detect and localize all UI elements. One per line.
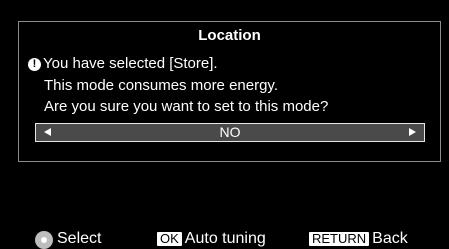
- exclamation-circle-icon: !: [28, 57, 41, 71]
- footer-select-label: Select: [57, 230, 102, 247]
- tv-screen: Location ! You have selected [Store]. Th…: [0, 0, 449, 249]
- message-line-2: This mode consumes more energy.: [44, 77, 278, 94]
- ok-key-badge: OK: [157, 232, 182, 246]
- return-key-badge: RETURN: [309, 232, 370, 246]
- selector-value: NO: [219, 124, 241, 140]
- dpad-icon: [35, 231, 53, 249]
- footer-return-label: Back: [372, 230, 408, 247]
- message-line-3: Are you sure you want to set to this mod…: [44, 98, 329, 115]
- yes-no-selector[interactable]: NO: [35, 123, 425, 142]
- footer-select-hint: Select: [35, 229, 101, 249]
- footer-ok-hint[interactable]: OK Auto tuning: [157, 229, 266, 249]
- message-line-1: You have selected [Store].: [43, 55, 218, 72]
- footer-help-bar: Select OK Auto tuning RETURN Back: [0, 229, 449, 249]
- footer-ok-label: Auto tuning: [184, 230, 266, 247]
- footer-return-hint[interactable]: RETURN Back: [309, 229, 408, 249]
- arrow-right-icon[interactable]: [409, 128, 416, 136]
- location-dialog: Location ! You have selected [Store]. Th…: [18, 21, 441, 162]
- dialog-title: Location: [198, 27, 261, 44]
- warning-message-row: ! You have selected [Store].: [28, 55, 218, 73]
